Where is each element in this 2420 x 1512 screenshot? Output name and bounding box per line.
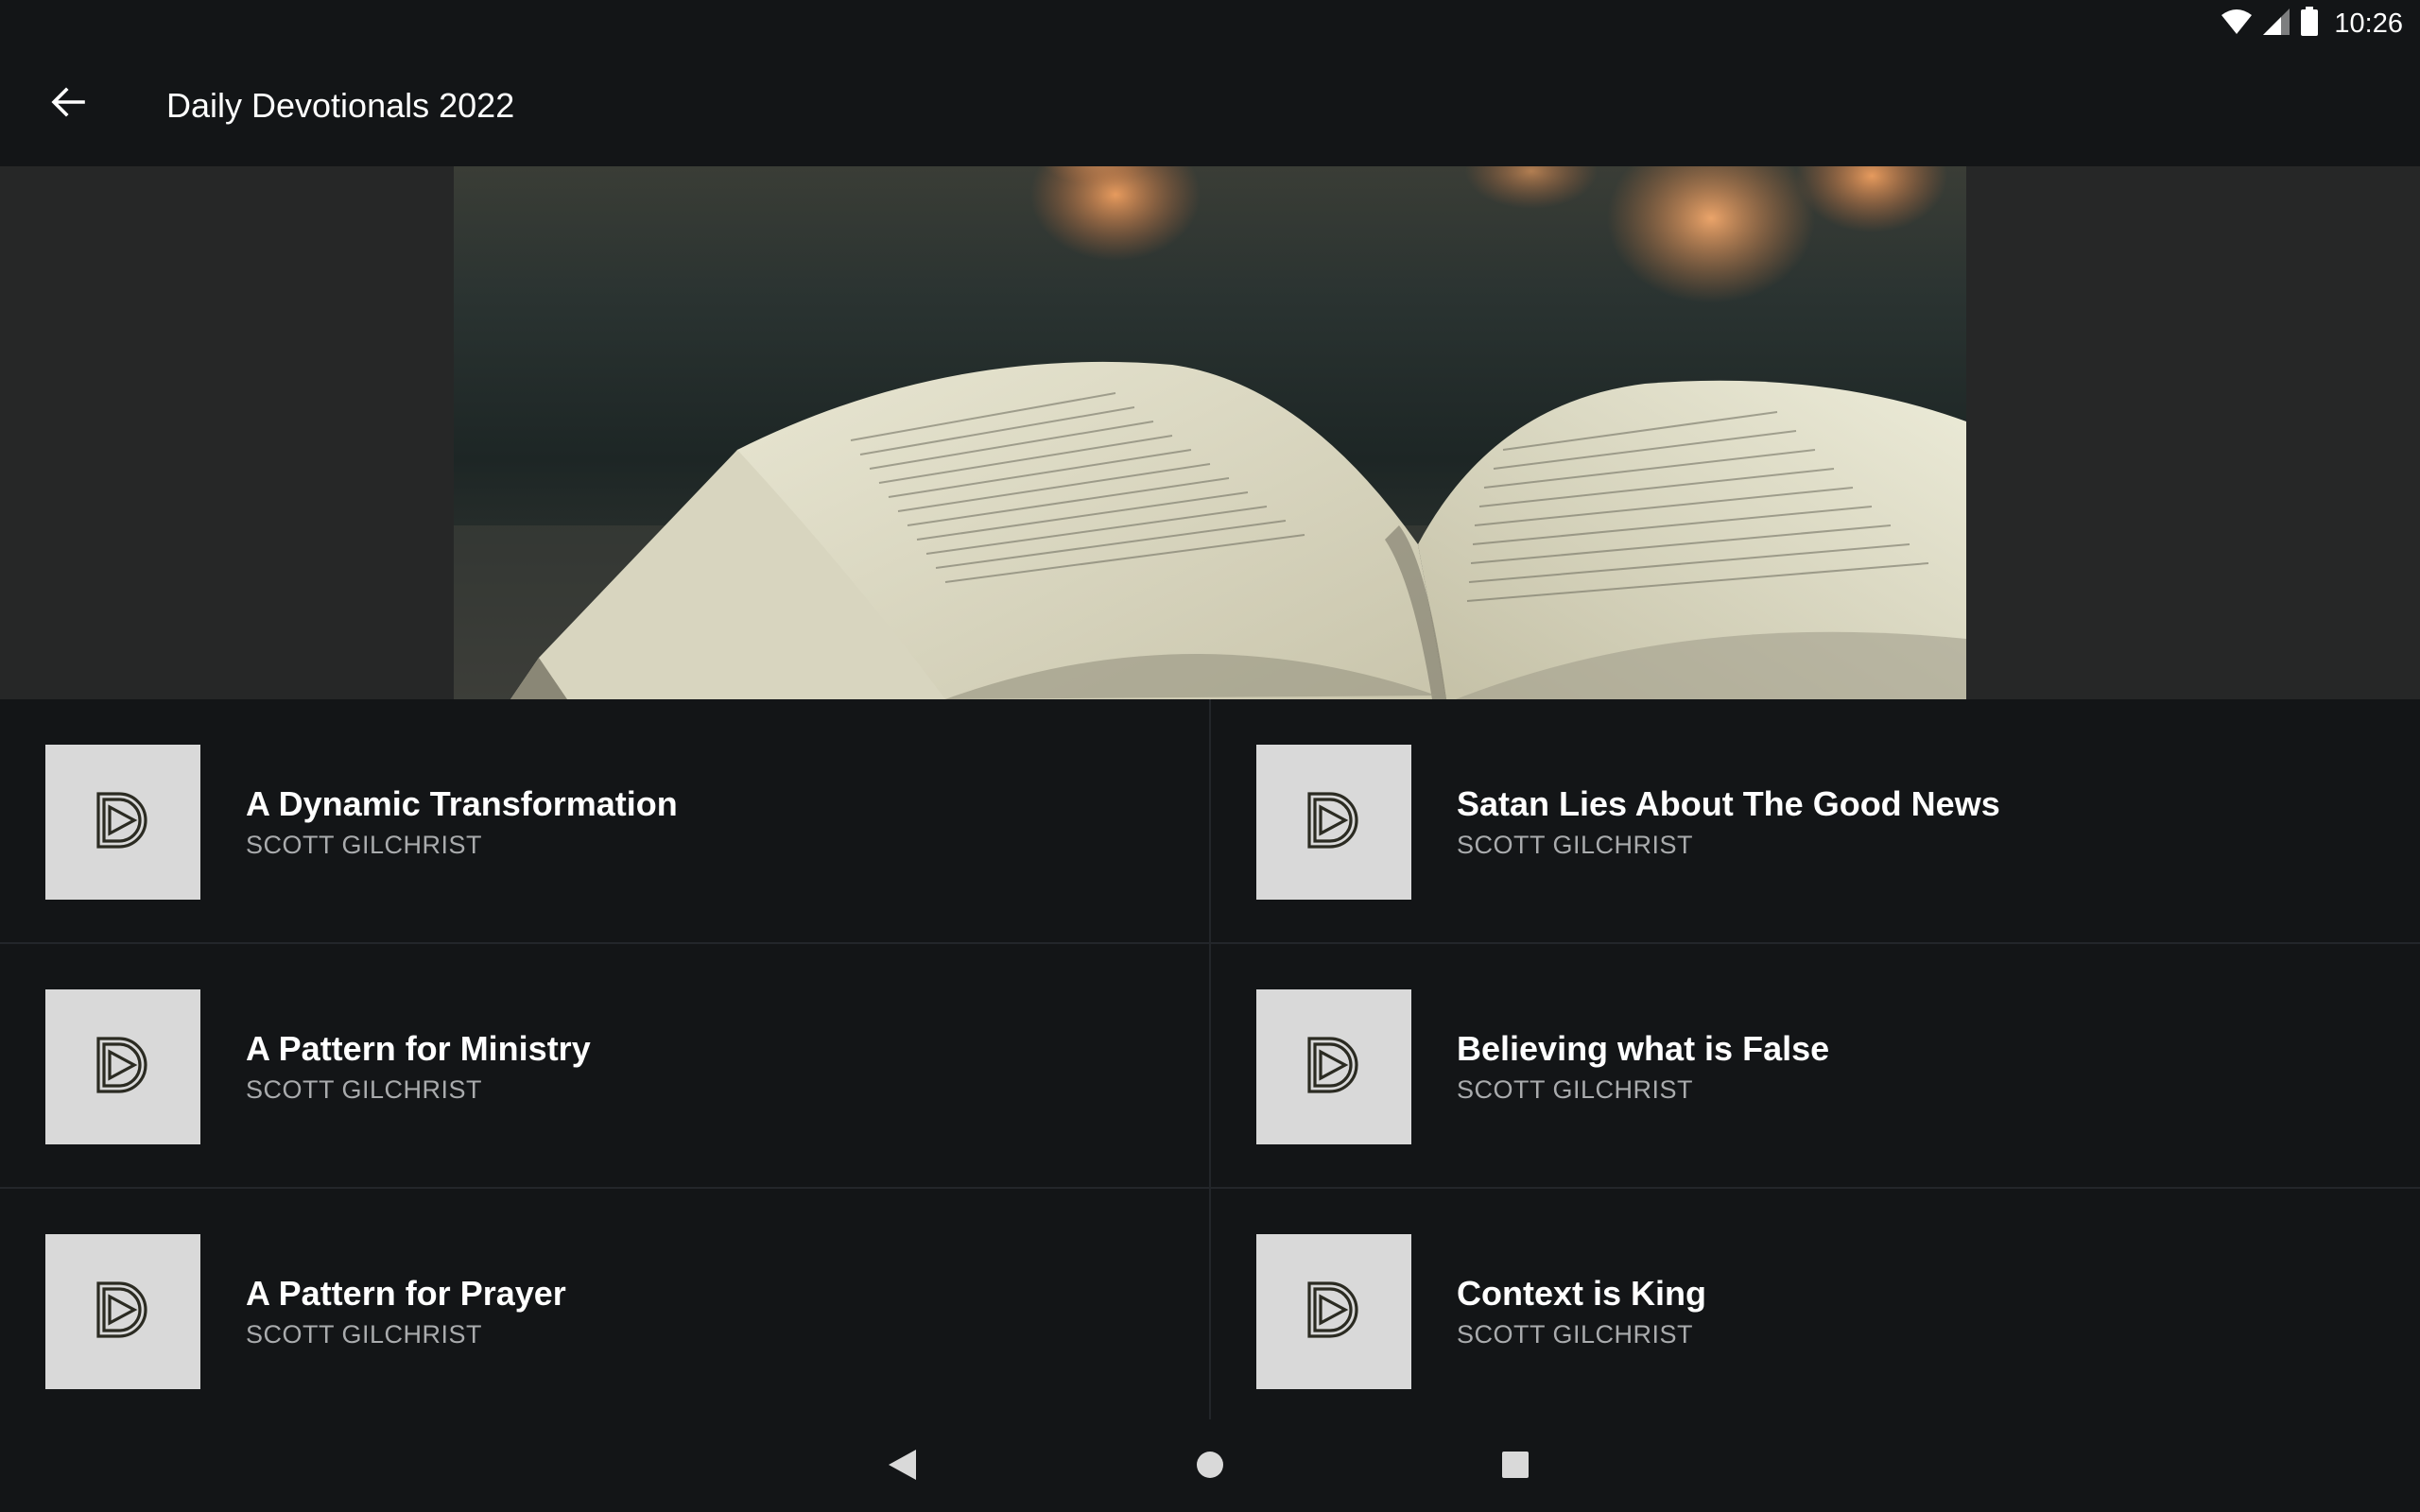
devotional-logo-icon	[1304, 790, 1364, 855]
devotional-logo-icon	[93, 790, 153, 855]
devotional-logo-icon	[1304, 1035, 1364, 1100]
item-thumbnail	[1256, 1234, 1411, 1389]
app-bar: Daily Devotionals 2022	[0, 47, 2420, 166]
nav-recents-icon	[1500, 1450, 1530, 1485]
item-title: A Pattern for Prayer	[246, 1274, 566, 1313]
item-author: SCOTT GILCHRIST	[1457, 1075, 1694, 1104]
item-author: SCOTT GILCHRIST	[246, 831, 483, 859]
item-title: A Pattern for Ministry	[246, 1029, 591, 1068]
nav-back-icon	[886, 1448, 918, 1486]
list-item[interactable]: A Pattern for Ministry SCOTT GILCHRIST	[0, 944, 1210, 1189]
list-item[interactable]: A Pattern for Prayer SCOTT GILCHRIST	[0, 1189, 1210, 1419]
devotional-list: A Dynamic Transformation SCOTT GILCHRIST…	[0, 699, 2420, 1419]
nav-home-button[interactable]	[1182, 1438, 1238, 1495]
cell-signal-icon	[2262, 8, 2290, 41]
arrow-back-icon	[49, 83, 87, 126]
item-thumbnail	[1256, 745, 1411, 900]
nav-back-button[interactable]	[873, 1438, 930, 1495]
back-button[interactable]	[38, 74, 98, 134]
status-time: 10:26	[2334, 8, 2403, 39]
item-author: SCOTT GILCHRIST	[1457, 831, 1694, 859]
list-item[interactable]: A Dynamic Transformation SCOTT GILCHRIST	[0, 699, 1210, 944]
item-title: Context is King	[1457, 1274, 1707, 1313]
item-author: SCOTT GILCHRIST	[1457, 1320, 1694, 1349]
item-author: SCOTT GILCHRIST	[246, 1320, 483, 1349]
nav-home-icon	[1195, 1450, 1225, 1485]
hero-image	[454, 166, 1966, 699]
item-thumbnail	[45, 745, 200, 900]
item-title: Believing what is False	[1457, 1029, 1830, 1068]
list-item[interactable]: Believing what is False SCOTT GILCHRIST	[1211, 944, 2420, 1189]
page-title: Daily Devotionals 2022	[166, 86, 515, 125]
list-item[interactable]: Context is King SCOTT GILCHRIST	[1211, 1189, 2420, 1419]
devotional-logo-icon	[93, 1280, 153, 1345]
hero-banner	[0, 166, 2420, 699]
status-icons: 10:26	[2221, 6, 2403, 42]
wifi-icon	[2221, 8, 2253, 41]
item-title: Satan Lies About The Good News	[1457, 784, 2000, 823]
item-title: A Dynamic Transformation	[246, 784, 678, 823]
devotional-logo-icon	[93, 1035, 153, 1100]
nav-recents-button[interactable]	[1487, 1438, 1544, 1495]
item-author: SCOTT GILCHRIST	[246, 1075, 483, 1104]
status-bar: 10:26	[0, 0, 2420, 47]
item-thumbnail	[45, 1234, 200, 1389]
battery-icon	[2300, 6, 2319, 42]
devotional-logo-icon	[1304, 1280, 1364, 1345]
item-thumbnail	[45, 989, 200, 1144]
system-nav-bar	[0, 1419, 2420, 1512]
list-item[interactable]: Satan Lies About The Good News SCOTT GIL…	[1211, 699, 2420, 944]
app-screen: 10:26 Daily Devotionals 2022 A Dynamic T…	[0, 0, 2420, 1512]
item-thumbnail	[1256, 989, 1411, 1144]
